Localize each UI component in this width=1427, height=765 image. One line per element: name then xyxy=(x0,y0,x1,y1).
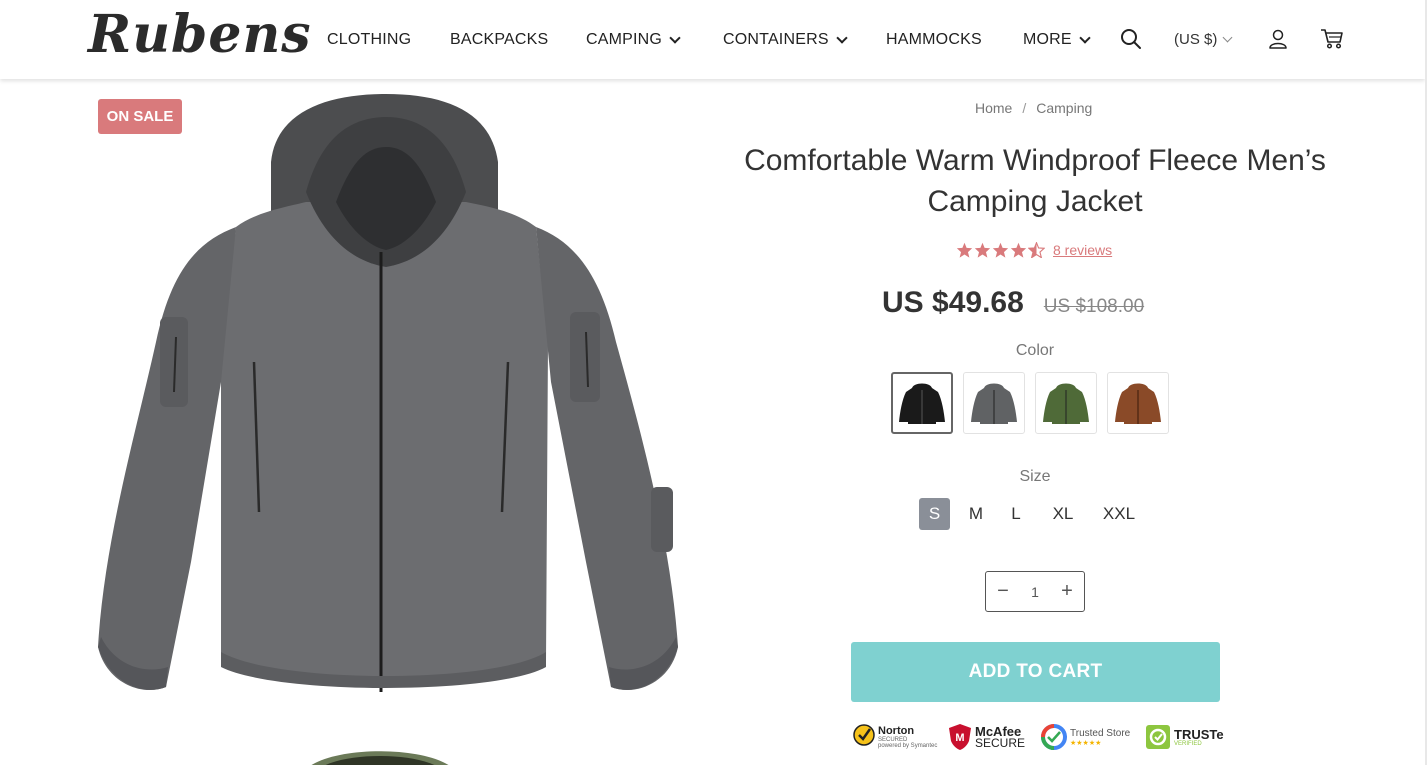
chevron-down-icon xyxy=(836,31,848,44)
sale-price: US $49.68 xyxy=(882,286,1024,319)
size-option-l[interactable]: L xyxy=(1001,498,1031,530)
truste-badge: TRUSTe VERIFIED xyxy=(1145,718,1224,756)
star-icon xyxy=(956,242,973,258)
star-icon xyxy=(992,242,1009,258)
size-label: Size xyxy=(1019,468,1051,485)
nav-item-more[interactable]: MORE xyxy=(1023,31,1091,49)
size-option-m[interactable]: M xyxy=(959,498,993,530)
currency-label: (US $) xyxy=(1174,31,1218,48)
product-page: Rubens CLOTHING BACKPACKS CAMPING CONTAI… xyxy=(0,0,1427,765)
chevron-down-icon xyxy=(1222,32,1233,42)
nav-item-hammocks[interactable]: HAMMOCKS xyxy=(886,31,982,49)
trusted-store-icon xyxy=(1041,724,1067,750)
site-header: Rubens CLOTHING BACKPACKS CAMPING CONTAI… xyxy=(0,0,1425,79)
truste-title: TRUSTe xyxy=(1174,726,1224,742)
original-price: US $108.00 xyxy=(1043,296,1145,317)
trusted-store-title: Trusted Store xyxy=(1070,727,1131,739)
user-icon[interactable] xyxy=(1268,28,1292,52)
chevron-down-icon xyxy=(669,31,681,44)
nav-label: CAMPING xyxy=(586,31,663,48)
mcafee-shield-icon: M xyxy=(949,724,971,750)
product-rating: 8 reviews xyxy=(956,242,1112,258)
currency-selector[interactable]: (US $) xyxy=(1174,31,1233,48)
nav-label: CLOTHING xyxy=(327,31,412,48)
star-icon xyxy=(974,242,991,258)
size-option-xxl[interactable]: XXL xyxy=(1093,498,1145,530)
gallery-thumbnail-peek[interactable] xyxy=(300,740,460,765)
color-label: Color xyxy=(1015,342,1055,359)
breadcrumb-home[interactable]: Home xyxy=(975,100,1012,116)
size-options: S M L XL XXL xyxy=(919,498,1145,530)
nav-label: MORE xyxy=(1023,31,1072,48)
nav-label: BACKPACKS xyxy=(450,31,549,48)
star-icon xyxy=(1010,242,1027,258)
quantity-increase-button[interactable]: + xyxy=(1056,580,1078,603)
norton-badge: Norton SECURED powered by Symantec xyxy=(853,718,937,756)
size-option-xl[interactable]: XL xyxy=(1043,498,1083,530)
breadcrumb-separator: / xyxy=(1022,100,1027,116)
quantity-decrease-button[interactable]: − xyxy=(992,580,1014,603)
breadcrumb: Home / Camping xyxy=(975,100,1092,116)
norton-check-icon xyxy=(853,724,875,746)
mcafee-badge: M McAfee SECURE xyxy=(948,718,1025,756)
search-icon[interactable] xyxy=(1120,28,1144,52)
cart-icon[interactable] xyxy=(1320,28,1344,52)
nav-label: CONTAINERS xyxy=(723,31,829,48)
mcafee-sub: SECURE xyxy=(975,736,1026,750)
product-title: Comfortable Warm Windproof Fleece Men’s … xyxy=(744,144,1326,218)
color-swatch-brown[interactable] xyxy=(1107,372,1169,434)
size-option-s[interactable]: S xyxy=(919,498,950,530)
logo[interactable]: Rubens xyxy=(88,4,312,65)
product-image[interactable] xyxy=(96,92,680,712)
quantity-input[interactable] xyxy=(1020,583,1050,600)
color-swatch-gray[interactable] xyxy=(963,372,1025,434)
trusted-store-stars: ★★★★★ xyxy=(1070,739,1102,747)
norton-title: Norton xyxy=(878,724,915,737)
rating-stars xyxy=(956,242,1046,258)
nav-item-containers[interactable]: CONTAINERS xyxy=(723,31,848,49)
color-swatches xyxy=(891,372,1179,434)
reviews-link[interactable]: 8 reviews xyxy=(1053,242,1112,258)
add-to-cart-button[interactable]: ADD TO CART xyxy=(851,642,1220,702)
sale-badge: ON SALE xyxy=(98,99,182,134)
nav-item-clothing[interactable]: CLOTHING xyxy=(327,31,411,49)
truste-icon xyxy=(1146,725,1170,749)
nav-item-backpacks[interactable]: BACKPACKS xyxy=(450,31,548,49)
trusted-store-badge: Trusted Store ★★★★★ xyxy=(1040,718,1130,756)
price-row: US $49.68 US $108.00 xyxy=(882,286,1144,320)
color-swatch-black[interactable] xyxy=(891,372,953,434)
chevron-down-icon xyxy=(1079,31,1091,44)
star-half-icon xyxy=(1028,242,1045,258)
nav-item-camping[interactable]: CAMPING xyxy=(586,31,681,49)
nav-label: HAMMOCKS xyxy=(886,31,982,48)
norton-powered: powered by Symantec xyxy=(878,742,938,749)
quantity-stepper: − + xyxy=(985,571,1085,612)
svg-text:M: M xyxy=(955,732,964,744)
breadcrumb-camping[interactable]: Camping xyxy=(1036,100,1092,116)
color-swatch-green[interactable] xyxy=(1035,372,1097,434)
